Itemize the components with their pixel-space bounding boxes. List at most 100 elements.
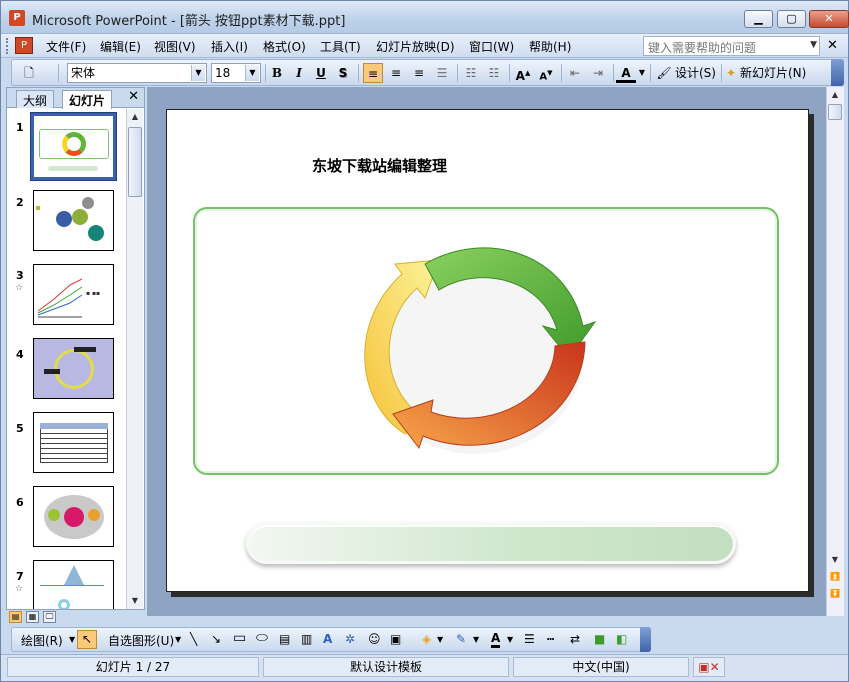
picture-icon[interactable]: ▣ [390,632,401,646]
wordart-icon[interactable]: A [323,632,332,646]
spelling-check-icon[interactable]: ▣✕ [693,657,725,677]
menu-slideshow[interactable]: 幻灯片放映(D) [376,38,455,55]
justify-button[interactable]: ☰ [432,63,452,83]
tab-slides[interactable]: 幻灯片 [62,90,113,109]
design-template[interactable]: 默认设计模板 [263,657,509,677]
font-size-select[interactable]: 18 ▼ [211,63,261,83]
chevron-down-icon[interactable]: ▼ [507,635,513,644]
line-style-icon[interactable]: ☰ [524,632,535,646]
italic-button[interactable]: I [290,63,308,83]
new-slide-button[interactable]: 新幻灯片(N) [740,63,812,83]
cycle-arrows-graphic[interactable] [347,234,597,474]
align-center-button[interactable]: ≡ [386,63,406,83]
menu-window[interactable]: 窗口(W) [469,38,514,55]
design-icon[interactable]: 🖌 [656,63,672,83]
menu-format[interactable]: 格式(O) [263,38,306,55]
draw-menu-button[interactable]: 绘图(R) [21,632,63,649]
minimize-button[interactable]: ▁ [744,10,773,28]
chevron-down-icon[interactable]: ▼ [473,635,479,644]
menu-grip[interactable] [6,38,9,54]
3d-style-icon[interactable]: ◧ [616,632,627,646]
editor-scrollbar[interactable]: ▲ ▼ ⏫ ⏬ [826,87,844,616]
menu-file[interactable]: 文件(F) [46,38,86,55]
design-button[interactable]: 设计(S) [675,63,719,83]
new-document-icon[interactable]: 🗋 [22,63,36,83]
vertical-textbox-icon[interactable]: ▥ [301,632,312,646]
text-placeholder-bar[interactable] [246,522,736,564]
decrease-font-icon[interactable]: A▼ [536,63,556,83]
powerpoint-app-icon[interactable]: P [9,10,25,26]
slide-thumbnail-2[interactable] [33,190,114,251]
arrow-style-icon[interactable]: ⇄ [570,632,580,646]
autoshapes-button[interactable]: 自选图形(U) [108,632,174,649]
bold-button[interactable]: B [268,63,286,83]
menu-edit[interactable]: 编辑(E) [100,38,141,55]
slide-thumbnail-3[interactable]: ▪ ▪▪ [33,264,114,325]
numbering-icon[interactable]: ☷ [461,63,481,83]
shadow-style-icon[interactable]: ■ [594,632,605,646]
maximize-button[interactable]: ▢ [777,10,806,28]
document-icon[interactable]: P [15,37,33,54]
chevron-down-icon[interactable]: ▼ [69,635,75,644]
increase-indent-icon[interactable]: ⇥ [588,63,608,83]
toolbar-options-button[interactable] [640,627,651,652]
scroll-up-icon[interactable]: ▲ [827,87,843,103]
close-button[interactable]: ✕ [809,10,849,28]
close-document-icon[interactable]: ✕ [827,38,838,53]
close-icon[interactable]: ✕ [128,89,139,104]
chevron-down-icon[interactable]: ▼ [191,65,205,81]
align-left-button[interactable]: ≡ [363,63,383,83]
menu-tools[interactable]: 工具(T) [320,38,361,55]
scroll-down-icon[interactable]: ▼ [827,552,843,568]
previous-slide-icon[interactable]: ⏫ [827,569,843,585]
fill-color-icon[interactable]: ◈ [422,632,431,646]
menu-help[interactable]: 帮助(H) [529,38,571,55]
chevron-down-icon[interactable]: ▼ [810,40,817,50]
slide-thumbnail-4[interactable] [33,338,114,399]
toolbar-options-button[interactable] [831,59,844,86]
slideshow-view-icon[interactable]: 🖵 [43,611,56,623]
slide-sorter-view-icon[interactable]: ▦ [26,611,39,623]
normal-view-icon[interactable]: ▤ [9,611,22,623]
next-slide-icon[interactable]: ⏬ [827,586,843,602]
underline-button[interactable]: U [312,63,330,83]
font-select[interactable]: 宋体 ▼ [67,63,207,83]
help-search-input[interactable]: 键入需要帮助的问题 ▼ [643,36,820,56]
current-slide[interactable]: 东坡下载站编辑整理 [166,109,809,592]
scroll-down-icon[interactable]: ▼ [127,593,143,609]
slide-thumbnail-6[interactable] [33,486,114,547]
menu-insert[interactable]: 插入(I) [211,38,248,55]
font-color-icon[interactable]: A [616,63,636,83]
increase-font-icon[interactable]: A▲ [513,63,533,83]
tab-outline[interactable]: 大纲 [16,90,55,108]
slides-scrollbar[interactable]: ▲ ▼ [126,109,143,609]
scrollbar-thumb[interactable] [828,104,842,120]
clipart-icon[interactable]: ☺ [368,632,381,646]
align-right-button[interactable]: ≡ [409,63,429,83]
dash-style-icon[interactable]: ┅ [547,632,554,646]
new-slide-icon[interactable]: ✦ [724,63,738,83]
scroll-up-icon[interactable]: ▲ [127,109,143,125]
diagram-icon[interactable]: ✲ [345,632,355,646]
chevron-down-icon[interactable]: ▼ [175,635,181,644]
menu-view[interactable]: 视图(V) [154,38,196,55]
oval-tool-icon[interactable]: ⬭ [256,630,268,646]
textbox-tool-icon[interactable]: ▤ [279,632,290,646]
rectangle-tool-icon[interactable]: ▭ [233,630,246,646]
decrease-indent-icon[interactable]: ⇤ [565,63,585,83]
slide-title[interactable]: 东坡下载站编辑整理 [312,155,447,176]
slide-thumbnail-7[interactable] [33,560,114,609]
slide-thumbnail-1[interactable] [30,112,117,181]
line-color-icon[interactable]: ✎ [456,632,466,646]
bullets-icon[interactable]: ☷ [484,63,504,83]
shadow-button[interactable]: S [334,63,352,83]
scrollbar-thumb[interactable] [128,127,142,197]
arrow-tool-icon[interactable]: ↘ [211,632,221,646]
chevron-down-icon[interactable]: ▼ [437,635,443,644]
line-tool-icon[interactable]: ╲ [190,632,197,646]
slide-thumbnail-5[interactable] [33,412,114,473]
select-pointer-icon[interactable]: ↖ [77,630,97,649]
font-color-icon[interactable]: A [491,632,501,648]
chevron-down-icon[interactable]: ▼ [245,65,259,81]
chevron-down-icon[interactable]: ▼ [638,63,646,83]
